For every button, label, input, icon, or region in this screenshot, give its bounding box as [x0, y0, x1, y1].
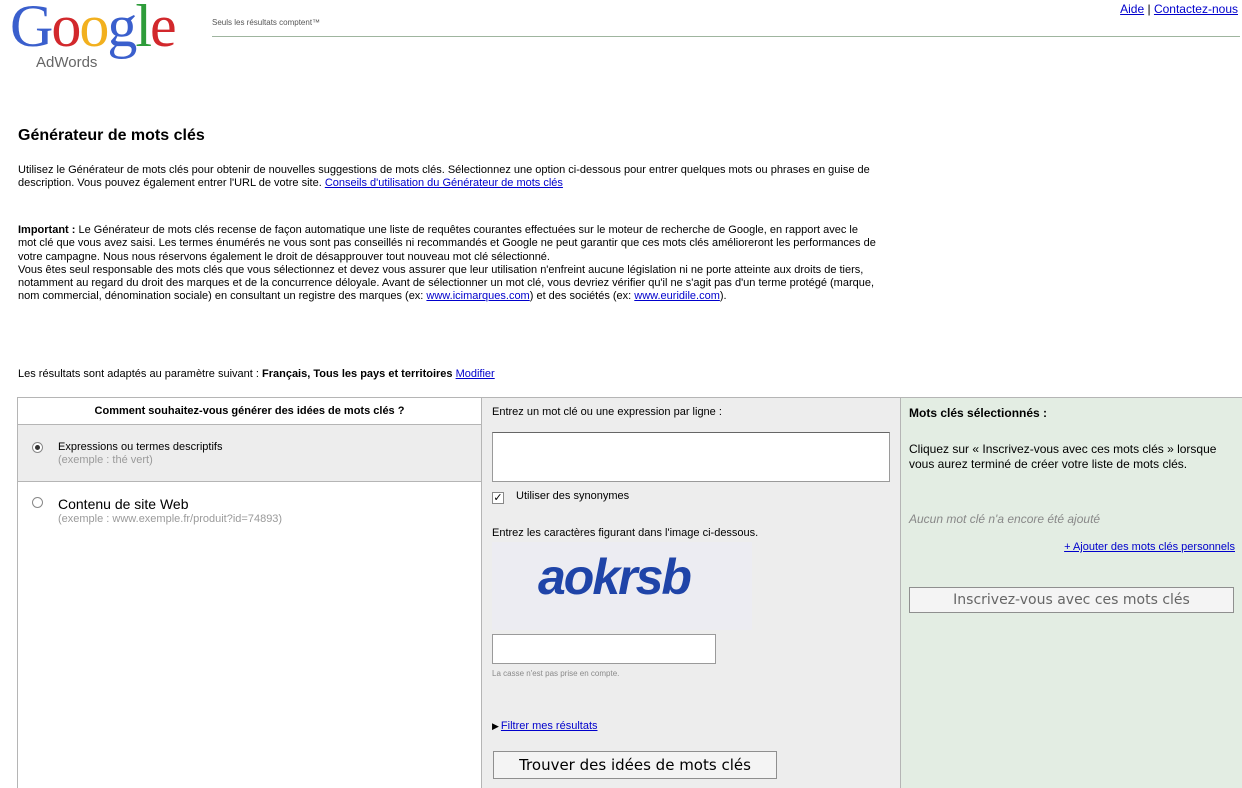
signup-with-keywords-button[interactable]: Inscrivez-vous avec ces mots clés: [909, 587, 1234, 613]
contact-link[interactable]: Contactez-nous: [1154, 2, 1238, 16]
keywords-textarea[interactable]: [492, 432, 890, 482]
captcha-input[interactable]: [492, 634, 716, 664]
synonyms-label: Utiliser des synonymes: [516, 490, 630, 502]
captcha-instruction: Entrez les caractères figurant dans l'im…: [492, 527, 759, 539]
filter-results-link[interactable]: Filtrer mes résultats: [501, 720, 598, 732]
option-label: Contenu de site Web: [58, 496, 189, 512]
logo-letter: G: [10, 0, 53, 59]
logo-subtitle: AdWords: [36, 54, 98, 71]
radio-website-content[interactable]: [32, 497, 43, 508]
add-custom-keywords-link[interactable]: + Ajouter des mots clés personnels: [1064, 541, 1235, 553]
help-link[interactable]: Aide: [1120, 2, 1144, 16]
intro-paragraph: Utilisez le Générateur de mots clés pour…: [18, 164, 878, 191]
expand-arrow-icon[interactable]: ▶: [492, 721, 499, 731]
settings-prefix: Les résultats sont adaptés au paramètre …: [18, 368, 262, 380]
option-website-content[interactable]: Contenu de site Web (exemple : www.exemp…: [18, 482, 481, 525]
synonyms-checkbox[interactable]: ✓: [492, 492, 504, 504]
euridile-link[interactable]: www.euridile.com: [634, 290, 720, 302]
keyword-entry-column: Entrez un mot clé ou une expression par …: [482, 398, 900, 788]
captcha-text: aokrsb: [538, 549, 692, 605]
no-keywords-message: Aucun mot clé n'a encore été ajouté: [909, 512, 1101, 526]
settings-value: Français, Tous les pays et territoires: [261, 368, 453, 380]
google-adwords-logo[interactable]: Google AdWords: [10, 0, 195, 74]
generation-method-column: Comment souhaitez-vous générer des idées…: [18, 398, 482, 788]
logo-letter: e: [150, 0, 177, 59]
logo-letter: g: [107, 0, 137, 59]
logo-wordmark: Google: [10, 0, 177, 59]
top-links-separator: |: [1147, 2, 1151, 16]
settings-line: Les résultats sont adaptés au paramètre …: [18, 368, 878, 381]
important-notice: Important : Le Générateur de mots clés r…: [18, 224, 878, 304]
important-text-4: ).: [719, 290, 727, 303]
filter-results-toggle[interactable]: ▶ Filtrer mes résultats: [492, 720, 598, 732]
keyword-tool-panel: Comment souhaitez-vous générer des idées…: [17, 397, 1242, 788]
case-insensitive-note: La casse n'est pas prise en compte.: [492, 669, 620, 678]
selected-keywords-heading: Mots clés sélectionnés :: [909, 406, 1048, 420]
usage-tips-link[interactable]: Conseils d'utilisation du Générateur de …: [325, 177, 563, 189]
option-descriptive-terms[interactable]: Expressions ou termes descriptifs (exemp…: [18, 425, 481, 482]
logo-letter: o: [51, 0, 81, 59]
find-keyword-ideas-button[interactable]: Trouver des idées de mots clés: [493, 751, 777, 779]
captcha-image: aokrsb: [492, 542, 752, 630]
top-links: Aide | Contactez-nous: [1120, 2, 1238, 16]
logo-letter: l: [135, 0, 152, 59]
option-example: (exemple : thé vert): [58, 454, 153, 466]
selected-keywords-column: Mots clés sélectionnés : Cliquez sur « I…: [900, 398, 1242, 788]
important-text-3: ) et des sociétés (ex:: [529, 290, 635, 303]
header-divider: [212, 36, 1240, 37]
modify-settings-link[interactable]: Modifier: [456, 368, 495, 380]
icimarques-link[interactable]: www.icimarques.com: [426, 290, 529, 302]
tagline: Seuls les résultats comptent™: [212, 18, 321, 27]
synonyms-option: ✓ Utiliser des synonymes: [492, 490, 629, 504]
keyword-entry-heading: Entrez un mot clé ou une expression par …: [492, 406, 722, 418]
logo-letter: o: [79, 0, 109, 59]
radio-descriptive-terms[interactable]: [32, 442, 43, 453]
option-label: Expressions ou termes descriptifs: [58, 441, 223, 453]
selected-keywords-instructions: Cliquez sur « Inscrivez-vous avec ces mo…: [909, 442, 1217, 471]
option-example: (exemple : www.exemple.fr/produit?id=748…: [58, 513, 283, 525]
page-title: Générateur de mots clés: [18, 127, 205, 144]
important-text-1: Le Générateur de mots clés recense de fa…: [18, 224, 876, 263]
method-heading: Comment souhaitez-vous générer des idées…: [18, 398, 481, 425]
important-label: Important :: [18, 224, 76, 236]
